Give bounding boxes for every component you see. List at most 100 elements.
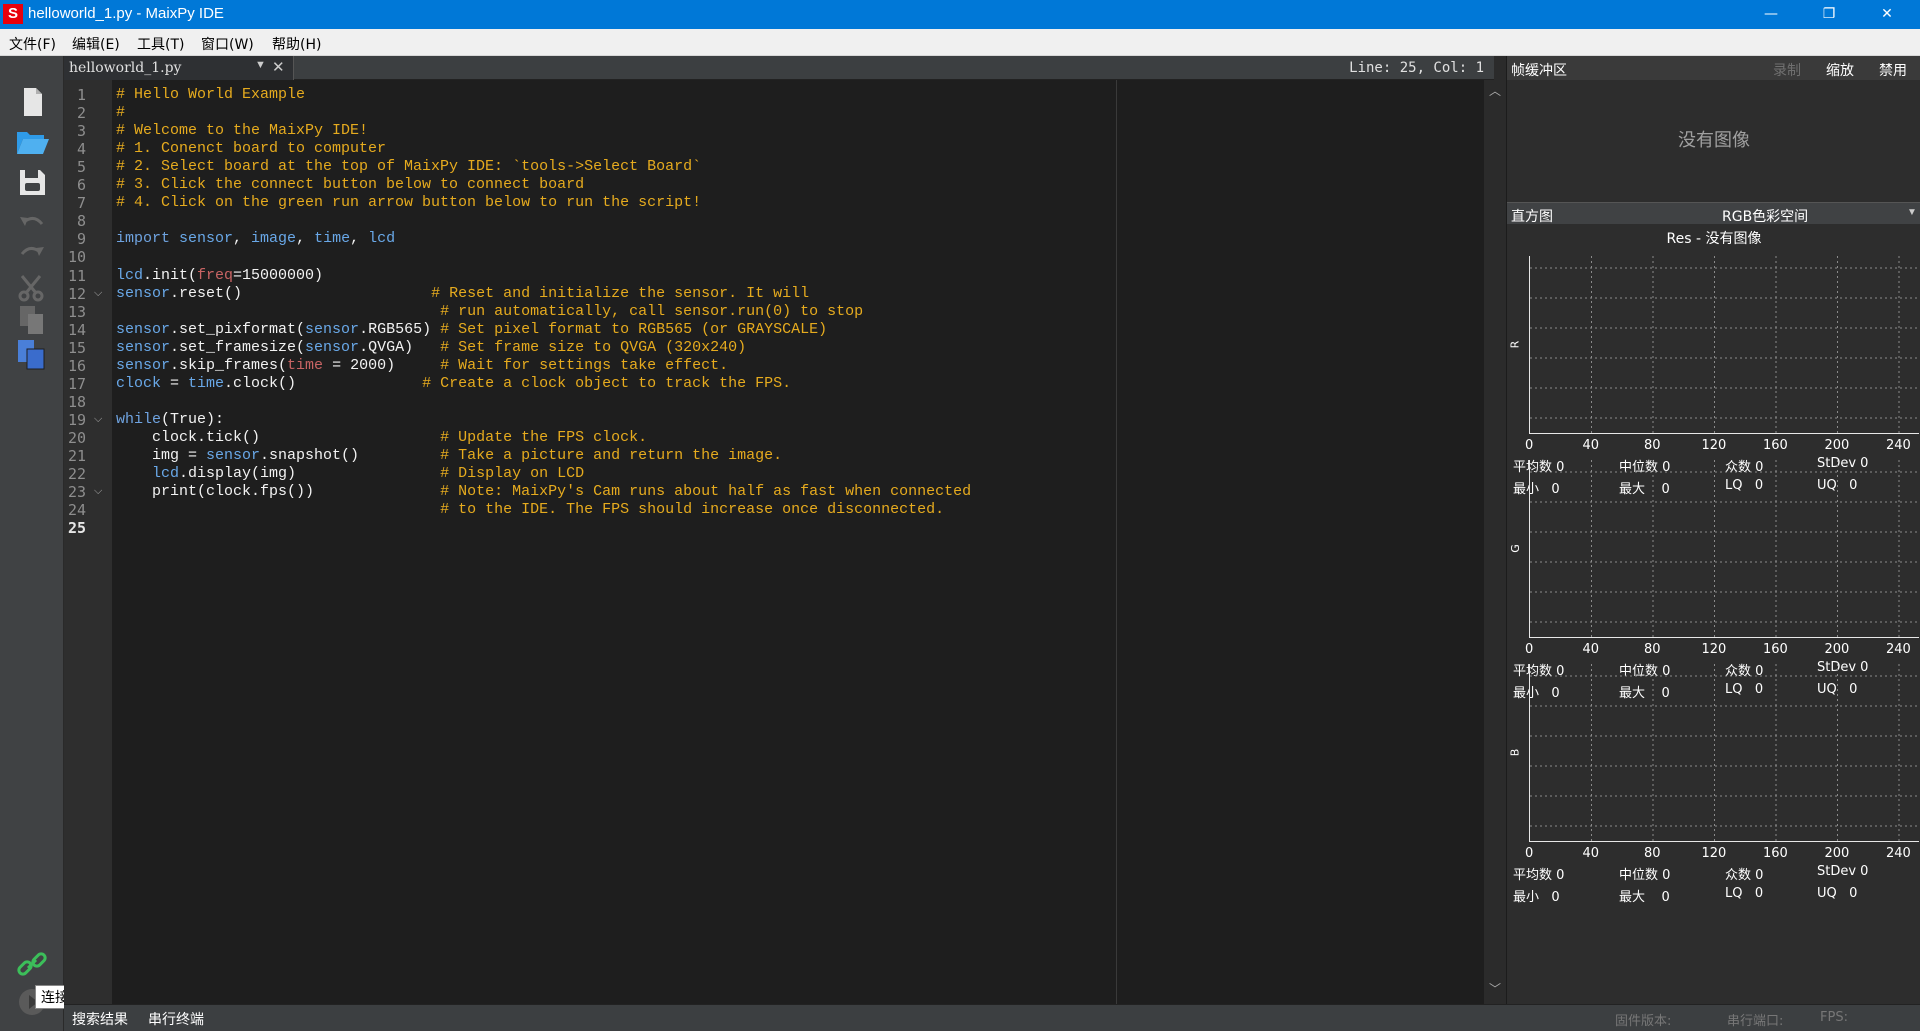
chevron-down-icon[interactable]: ▼ (1907, 207, 1917, 218)
maximize-button[interactable]: ❐ (1806, 0, 1852, 29)
code-line[interactable]: # Hello World Example (116, 86, 305, 104)
code-line[interactable]: # 1. Conenct board to computer (116, 140, 386, 158)
line-number: 13 (67, 302, 86, 321)
code-token: # Note: MaixPy's Cam runs about half as … (440, 483, 972, 501)
code-token: import (116, 230, 171, 248)
line-number: 1 (76, 86, 86, 104)
zoom-button[interactable]: 缩放 (1826, 60, 1854, 80)
code-token: sensor (170, 230, 234, 248)
code-line[interactable]: lcd.display(img) # Display on LCD (116, 465, 584, 483)
stat-max: 最大 0 (1619, 890, 1670, 905)
code-token: while (116, 410, 162, 428)
code-line[interactable]: lcd.init(freq=15000000) (116, 267, 323, 285)
stat-median: 中位数 0 (1619, 868, 1671, 883)
code-token: lcd (368, 230, 396, 248)
editor-scrollbar[interactable]: ︿ ﹀ (1484, 80, 1506, 1004)
histogram-header: 直方图 RGB色彩空间 ▼ (1507, 202, 1920, 226)
disable-button[interactable]: 禁用 (1879, 60, 1907, 80)
code-line[interactable]: # to the IDE. The FPS should increase on… (116, 501, 944, 519)
code-token: , (350, 230, 369, 248)
line-number: 19 (67, 410, 86, 429)
line-number: 22 (67, 465, 86, 484)
code-token: = 2000) (323, 356, 441, 374)
menu-edit[interactable]: 编辑(E) (72, 34, 120, 54)
scroll-up-icon[interactable]: ︿ (1489, 82, 1501, 99)
code-token: time (287, 356, 324, 374)
code-token: sensor (116, 356, 171, 374)
serial-terminal-tab[interactable]: 串行终端 (148, 1009, 204, 1029)
tab-dropdown-icon[interactable]: ▼ (255, 59, 266, 71)
code-token: image (251, 230, 297, 248)
tab-close-icon[interactable]: ✕ (272, 58, 285, 76)
code-token: sensor (116, 320, 171, 338)
code-line[interactable]: while(True): (116, 411, 224, 429)
line-number: 18 (67, 392, 86, 411)
code-line[interactable]: sensor.set_framesize(sensor.QVGA) # Set … (116, 339, 746, 357)
code-token: # (116, 104, 126, 122)
code-line[interactable]: clock = time.clock() # Create a clock ob… (116, 375, 791, 393)
close-button[interactable]: ✕ (1864, 0, 1910, 29)
search-results-tab[interactable]: 搜索结果 (72, 1009, 128, 1029)
code-line[interactable]: print(clock.fps()) # Note: MaixPy's Cam … (116, 483, 971, 501)
code-token: .init( (143, 266, 198, 284)
code-token: # Welcome to the MaixPy IDE! (116, 122, 369, 140)
code-token: freq (197, 266, 234, 284)
fps-readout: FPS: (1820, 1010, 1848, 1025)
code-token: # to the IDE. The FPS should increase on… (440, 501, 945, 519)
x-tick-label: 160 (1763, 642, 1788, 657)
code-line[interactable]: import sensor, image, time, lcd (116, 230, 395, 248)
menu-help[interactable]: 帮助(H) (272, 34, 321, 54)
code-token: # Update the FPS clock. (440, 428, 648, 446)
scroll-down-icon[interactable]: ﹀ (1489, 980, 1501, 997)
line-number: 7 (76, 194, 86, 213)
channel-label: B (1508, 748, 1522, 757)
code-line[interactable]: sensor.reset() # Reset and initialize th… (116, 285, 809, 303)
fold-arrow-icon[interactable]: ⌵ (94, 485, 102, 498)
line-number: 20 (67, 428, 86, 447)
code-line[interactable]: # Welcome to the MaixPy IDE! (116, 122, 368, 140)
code-token: sensor (116, 284, 171, 302)
code-line[interactable]: # (116, 104, 125, 122)
menu-file[interactable]: 文件(F) (9, 34, 56, 54)
record-button[interactable]: 录制 (1773, 60, 1801, 80)
editor-margin-line (1116, 80, 1117, 1004)
menu-window[interactable]: 窗口(W) (201, 34, 254, 54)
code-token: .RGB565) (359, 320, 441, 338)
code-line[interactable]: # 3. Click the connect button below to c… (116, 176, 584, 194)
channel-label: G (1508, 544, 1522, 553)
menu-bar: 文件(F) 编辑(E) 工具(T) 窗口(W) 帮助(H) (0, 29, 1920, 56)
code-editor[interactable] (112, 80, 1484, 1004)
frame-buffer-view: 没有图像 (1507, 80, 1920, 202)
connect-icon[interactable] (14, 946, 50, 982)
x-tick-label: 80 (1644, 438, 1661, 453)
code-line[interactable]: # 4. Click on the green run arrow button… (116, 194, 701, 212)
stat-mode: 众数 0 (1725, 868, 1764, 883)
line-number: 10 (67, 248, 86, 267)
line-number: 3 (76, 122, 86, 141)
code-line[interactable]: clock.tick() # Update the FPS clock. (116, 429, 647, 447)
menu-tools[interactable]: 工具(T) (137, 34, 184, 54)
line-number: 24 (67, 501, 86, 520)
code-line[interactable]: img = sensor.snapshot() # Take a picture… (116, 447, 782, 465)
code-token: lcd (116, 266, 144, 284)
x-tick-label: 40 (1582, 438, 1600, 453)
x-tick-label: 80 (1644, 846, 1661, 861)
code-line[interactable]: sensor.skip_frames(time = 2000) # Wait f… (116, 357, 728, 375)
fold-arrow-icon[interactable]: ⌵ (94, 413, 102, 426)
code-token: img = (116, 447, 207, 464)
code-line[interactable]: # 2. Select board at the top of MaixPy I… (116, 158, 701, 176)
line-number: 11 (67, 266, 86, 285)
fold-arrow-icon[interactable]: ⌵ (94, 287, 102, 300)
x-tick-label: 80 (1644, 642, 1661, 657)
tab-helloworld[interactable]: helloworld_1.py ▼ ✕ (64, 56, 294, 80)
code-line[interactable]: sensor.set_pixformat(sensor.RGB565) # Se… (116, 321, 827, 339)
x-tick-label: 200 (1824, 438, 1850, 453)
window-title: helloworld_1.py - MaixPy IDE (28, 5, 224, 22)
line-number: 14 (67, 320, 86, 339)
line-number: 8 (76, 212, 86, 231)
serial-port: 串行端口: (1727, 1014, 1784, 1029)
colorspace-select[interactable]: RGB色彩空间 (1722, 206, 1808, 226)
code-token: clock (116, 374, 162, 392)
minimize-button[interactable]: — (1748, 0, 1794, 29)
code-line[interactable]: # run automatically, call sensor.run(0) … (116, 303, 863, 321)
